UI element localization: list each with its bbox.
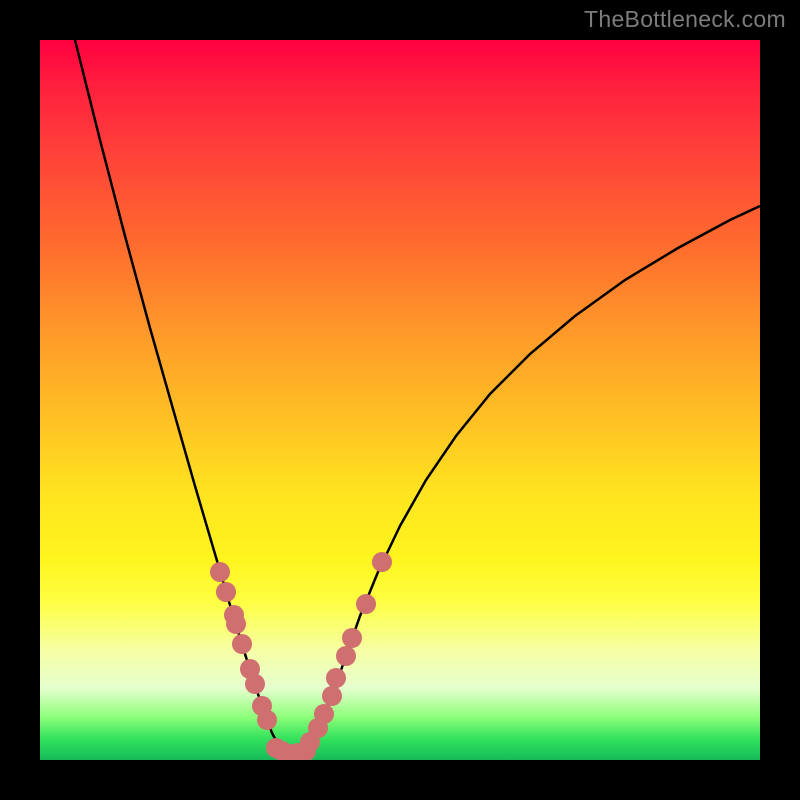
chart-plot-area — [40, 40, 760, 760]
curve-left — [75, 40, 293, 756]
data-node — [257, 710, 277, 730]
data-node — [226, 614, 246, 634]
data-node — [356, 594, 376, 614]
data-node — [322, 686, 342, 706]
chart-svg — [40, 40, 760, 760]
data-node — [372, 552, 392, 572]
curve-right — [293, 206, 760, 756]
data-node — [326, 668, 346, 688]
data-node — [314, 704, 334, 724]
data-node — [232, 634, 252, 654]
data-node — [216, 582, 236, 602]
watermark-text: TheBottleneck.com — [584, 6, 786, 33]
data-node — [342, 628, 362, 648]
data-node — [210, 562, 230, 582]
data-node — [245, 674, 265, 694]
data-node — [336, 646, 356, 666]
chart-outer-frame: TheBottleneck.com — [0, 0, 800, 800]
